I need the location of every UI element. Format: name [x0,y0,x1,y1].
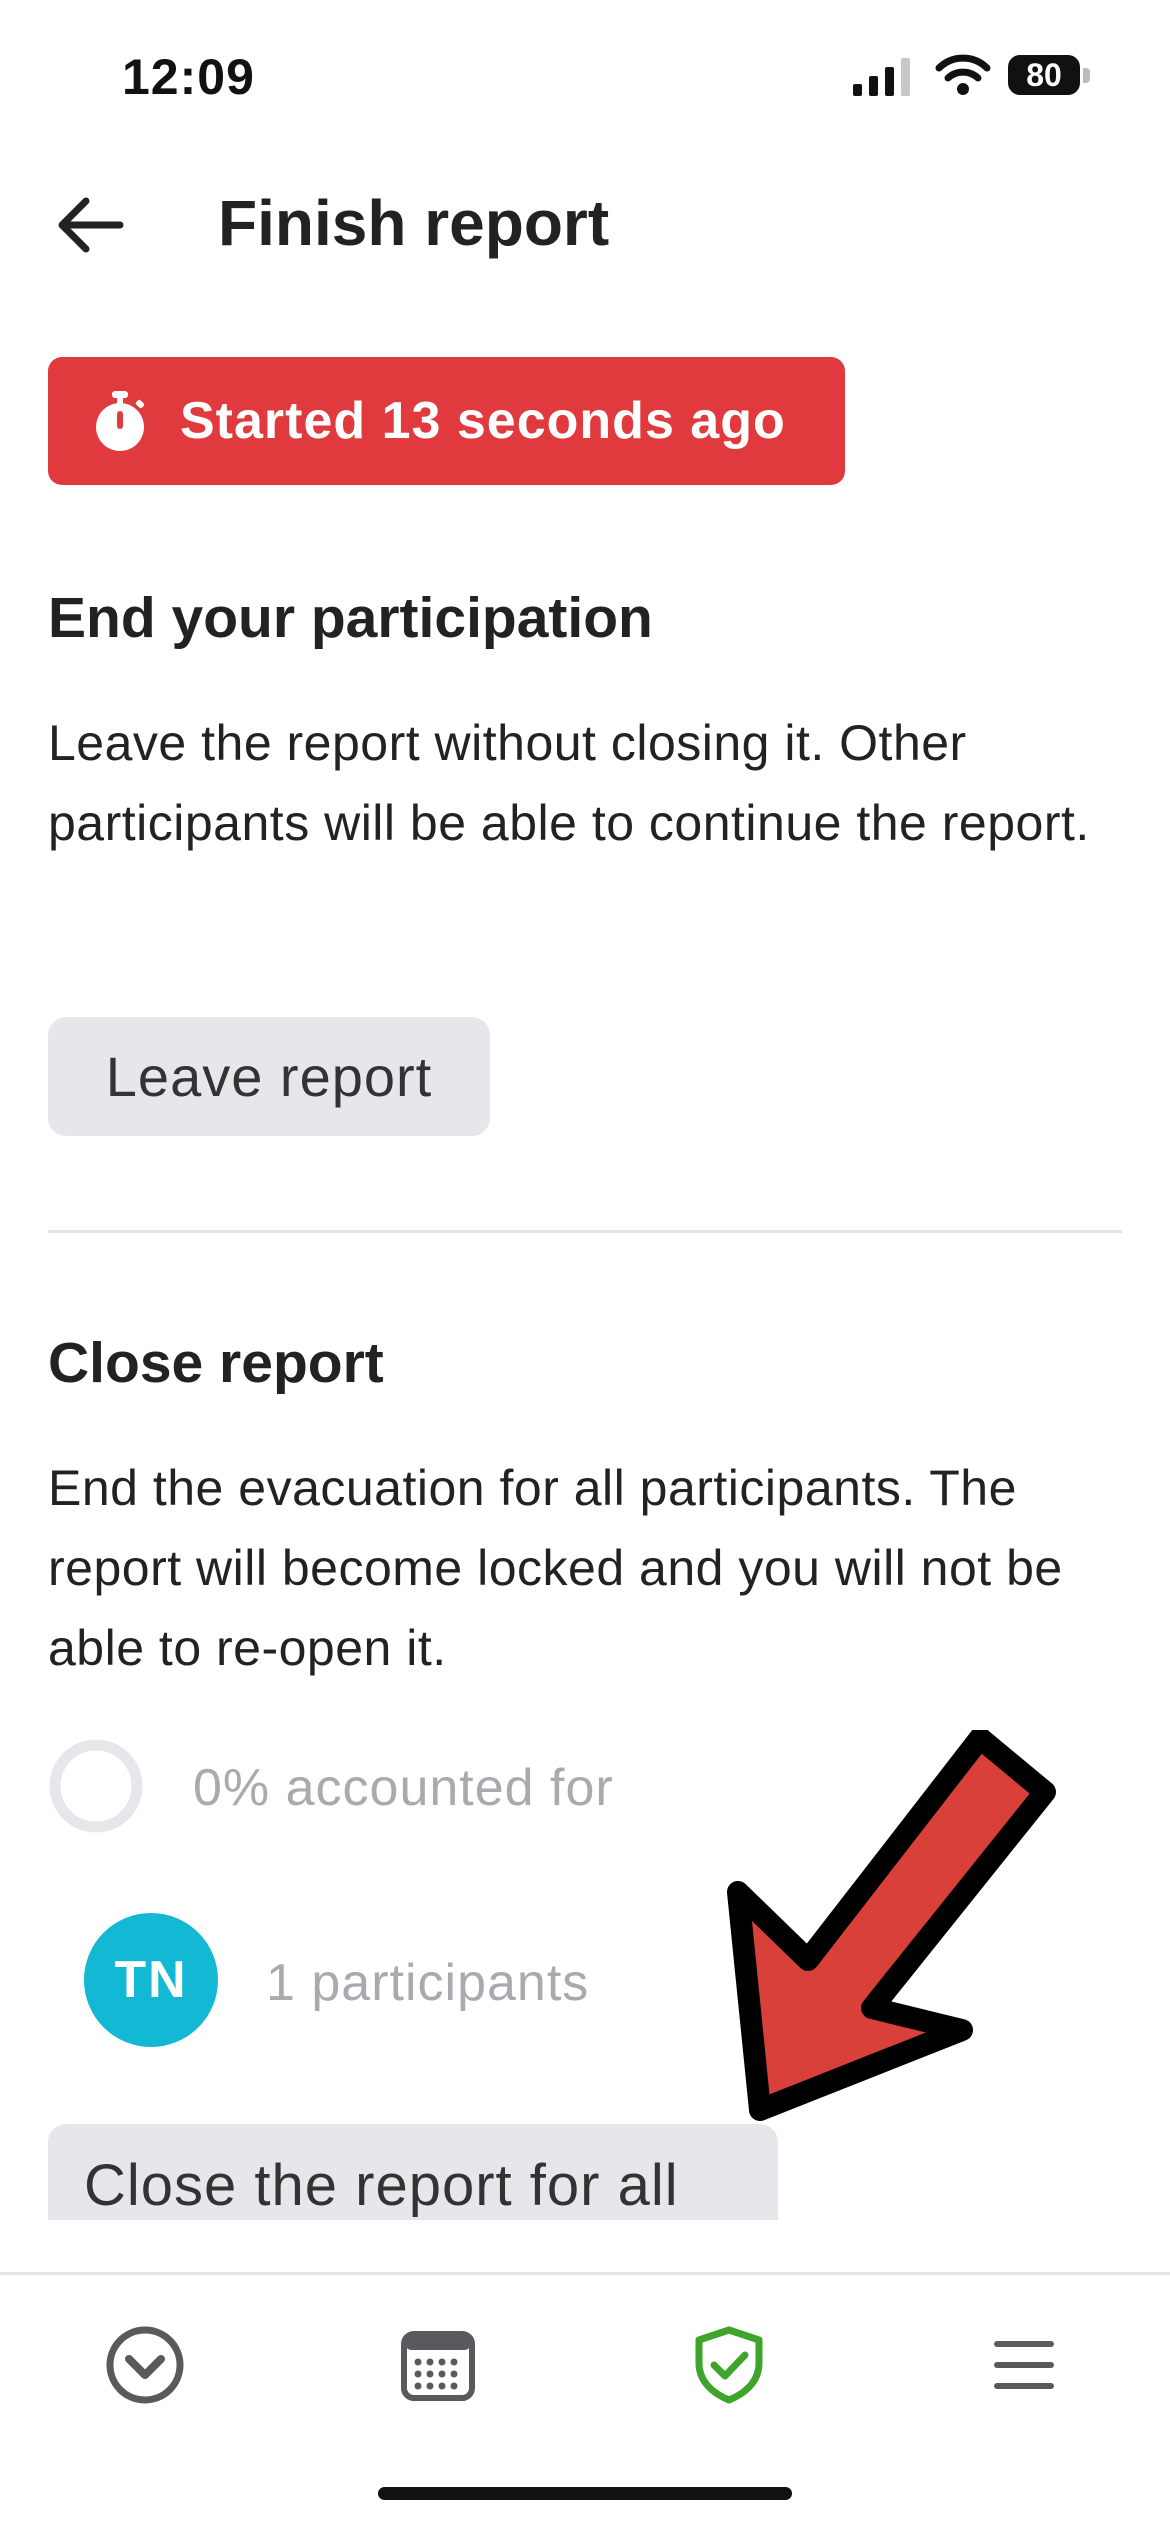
home-indicator[interactable] [378,2487,792,2500]
close-report-title: Close report [48,1331,384,1395]
arrow-left-icon [58,197,124,253]
timer-badge: Started 13 seconds ago [48,357,845,485]
end-participation-description: Leave the report without closing it. Oth… [48,715,1090,851]
tab-calendar[interactable] [388,2315,488,2415]
close-report-for-all-button[interactable]: Close the report for all [48,2124,778,2220]
back-button[interactable] [40,180,140,270]
chevron-down-circle-icon [106,2326,184,2404]
end-participation-title: End your participation [48,586,653,650]
participants-count-text: 1 participants [266,1954,590,2012]
red-arrow-annotation [727,1730,1056,2121]
timer-text: Started 13 seconds ago [180,392,786,450]
wifi-icon [935,54,991,95]
status-bar-time: 12:09 [122,49,255,105]
shield-check-icon [695,2326,763,2404]
battery-icon: 80 [1008,55,1092,99]
leave-report-button[interactable]: Leave report [48,1017,490,1136]
accounted-for-text: 0% accounted for [193,1759,614,1817]
battery-level: 80 [1008,55,1080,95]
close-report-button-container: Close the report for all [48,2124,778,2220]
tab-reports[interactable] [679,2315,779,2415]
close-report-description: End the evacuation for all participants.… [48,1460,1063,1676]
calendar-icon [401,2331,475,2401]
progress-ring [49,1739,143,1833]
avatar[interactable]: TN [84,1913,218,2047]
tab-menu[interactable] [974,2315,1074,2415]
tab-home[interactable] [95,2315,195,2415]
close-report-for-all-label: Close the report for all [84,2153,679,2218]
menu-icon [994,2341,1054,2389]
section-divider [48,1230,1122,1233]
stopwatch-icon [96,391,145,451]
page-title: Finish report [218,187,610,259]
signal-icon [853,58,910,96]
